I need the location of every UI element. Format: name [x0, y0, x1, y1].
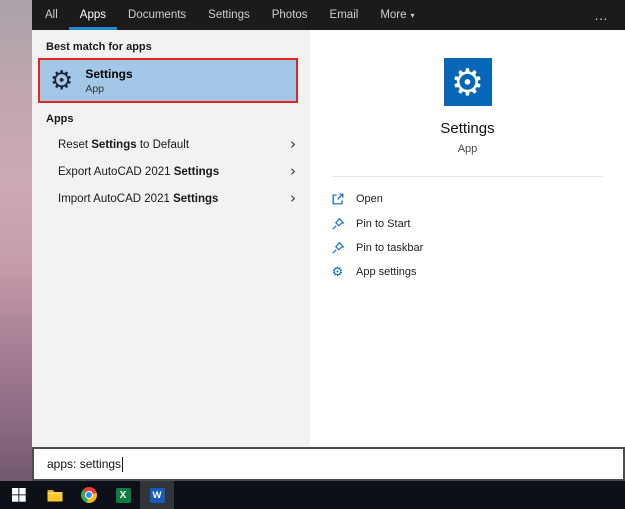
settings-app-tile: ⚙ — [443, 58, 492, 106]
screen: All Apps Documents Settings Photos Email… — [0, 0, 625, 509]
tab-all[interactable]: All — [34, 0, 69, 30]
chrome-icon-center — [85, 491, 93, 499]
folder-icon — [47, 489, 63, 501]
taskbar-chrome[interactable] — [72, 481, 106, 509]
tab-more[interactable]: More ▾ — [369, 0, 425, 30]
tab-documents[interactable]: Documents — [117, 0, 197, 30]
tab-apps[interactable]: Apps — [68, 0, 117, 30]
text-cursor — [122, 456, 124, 472]
overflow-menu-button[interactable]: … — [578, 0, 625, 30]
search-input[interactable]: apps: settings — [47, 457, 121, 471]
label-part: Reset — [58, 138, 92, 151]
open-icon — [330, 192, 345, 207]
gear-icon: ⚙ — [50, 65, 74, 96]
list-item-label: Reset Settings to Default — [58, 139, 189, 151]
taskbar: X W — [0, 481, 625, 509]
list-item-export-autocad-settings[interactable]: Export AutoCAD 2021 Settings › — [32, 158, 310, 185]
action-label: App settings — [356, 266, 417, 278]
label-part: to Default — [136, 138, 190, 151]
tab-settings[interactable]: Settings — [197, 0, 261, 30]
apps-section-header: Apps — [46, 113, 74, 125]
taskbar-excel[interactable]: X — [106, 481, 140, 509]
results-panel: Best match for apps ⚙ Settings App Apps … — [32, 30, 310, 446]
best-match-text: Settings App — [85, 67, 132, 95]
chrome-icon — [81, 487, 97, 503]
best-match-header: Best match for apps — [46, 41, 152, 53]
action-open[interactable]: Open — [310, 187, 625, 211]
chevron-right-icon[interactable]: › — [290, 164, 296, 179]
search-flyout: All Apps Documents Settings Photos Email… — [32, 0, 625, 481]
tab-email[interactable]: Email — [319, 0, 370, 30]
windows-logo-icon — [12, 488, 26, 502]
best-match-item[interactable]: ⚙ Settings App — [38, 58, 298, 103]
search-tabs-bar: All Apps Documents Settings Photos Email… — [32, 0, 625, 30]
preview-subtitle: App — [457, 143, 478, 155]
preview-panel: ⚙ Settings App Open Pin to Start Pin to … — [310, 30, 625, 446]
preview-title: Settings — [440, 120, 495, 137]
pin-icon — [330, 217, 345, 232]
action-label: Pin to taskbar — [356, 242, 424, 254]
list-item-label: Import AutoCAD 2021 Settings — [58, 193, 218, 205]
chevron-right-icon[interactable]: › — [290, 191, 296, 206]
start-button[interactable] — [0, 481, 38, 509]
list-item-reset-settings[interactable]: Reset Settings to Default › — [32, 131, 310, 158]
action-pin-to-start[interactable]: Pin to Start — [310, 212, 625, 236]
gear-glyph: ⚙ — [331, 264, 344, 280]
chevron-right-icon[interactable]: › — [290, 137, 296, 152]
label-part: Export AutoCAD 2021 — [58, 165, 174, 178]
best-match-subtitle: App — [85, 82, 104, 95]
tab-more-label: More — [380, 9, 407, 21]
label-part-bold: Settings — [91, 138, 137, 151]
pin-icon — [330, 241, 345, 256]
best-match-title: Settings — [85, 66, 133, 81]
label-part: Import AutoCAD 2021 — [58, 192, 174, 205]
list-item-import-autocad-settings[interactable]: Import AutoCAD 2021 Settings › — [32, 185, 310, 212]
list-item-label: Export AutoCAD 2021 Settings — [58, 166, 219, 178]
taskbar-file-explorer[interactable] — [38, 481, 72, 509]
tab-photos[interactable]: Photos — [261, 0, 319, 30]
desktop-wallpaper — [0, 0, 32, 481]
divider — [332, 176, 603, 177]
word-icon: W — [149, 487, 165, 503]
label-part-bold: Settings — [173, 192, 219, 205]
search-bar[interactable]: apps: settings — [32, 447, 625, 481]
taskbar-word[interactable]: W — [140, 481, 174, 509]
label-part-bold: Settings — [173, 165, 220, 178]
excel-icon: X — [115, 487, 131, 503]
action-app-settings[interactable]: ⚙ App settings — [310, 260, 625, 284]
action-label: Open — [356, 193, 383, 205]
chevron-down-icon: ▾ — [410, 10, 415, 20]
gear-icon: ⚙ — [330, 265, 345, 280]
action-label: Pin to Start — [356, 218, 411, 230]
gear-icon: ⚙ — [450, 60, 485, 104]
action-pin-to-taskbar[interactable]: Pin to taskbar — [310, 236, 625, 260]
